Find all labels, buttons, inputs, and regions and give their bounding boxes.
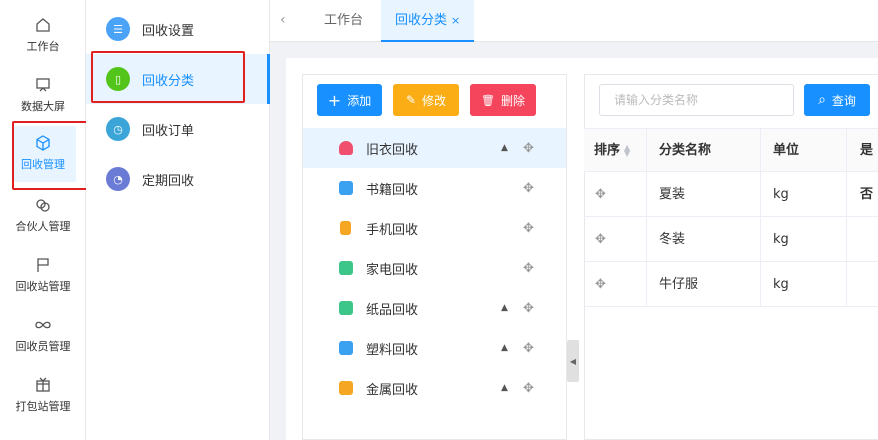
tab-recycle-category[interactable]: 回收分类 × <box>381 0 475 42</box>
rail-item-packing-mgmt[interactable]: 打包站管理 <box>0 376 86 414</box>
move-up-icon[interactable]: ▲ <box>501 383 508 393</box>
drag-icon[interactable]: ✥ <box>523 341 534 356</box>
move-up-icon[interactable]: ▲ <box>501 303 508 313</box>
screen-icon <box>36 78 50 92</box>
drag-icon[interactable]: ✥ <box>595 172 606 217</box>
column-header-sort[interactable]: 排序 ▲ ▼ <box>594 129 630 173</box>
submenu-item-recycle-settings[interactable]: ☰ 回收设置 <box>86 4 270 54</box>
table-row[interactable]: ✥ 牛仔服 kg <box>584 262 878 307</box>
table-row[interactable]: ✥ 夏装 kg <box>584 172 878 217</box>
table-header: 排序 ▲ ▼ 分类名称 单位 是否 <box>584 128 878 202</box>
tree-item[interactable]: 金属回收 ▲ ✥ <box>303 368 566 408</box>
link-icon <box>36 199 50 212</box>
drag-icon[interactable]: ✥ <box>523 181 534 196</box>
paper-icon <box>339 301 353 315</box>
tree-item[interactable]: 家电回收 ✥ <box>303 248 566 288</box>
plus-icon: + <box>327 90 342 110</box>
infinity-icon <box>35 321 51 329</box>
tab-bar: ‹ 工作台 回收分类 × <box>270 0 878 42</box>
tree-item[interactable]: 书籍回收 ✥ <box>303 168 566 208</box>
main-nav-rail: 工作台 数据大屏 回收管理 合伙人管理 回收站管理 回收员管理 打包站管理 <box>0 0 86 440</box>
tree-item[interactable]: 纸品回收 ▲ ✥ <box>303 288 566 328</box>
collapse-panel-handle[interactable]: ◀ <box>567 340 579 382</box>
rail-item-partner-mgmt[interactable]: 合伙人管理 <box>0 196 86 234</box>
column-divider <box>760 128 761 307</box>
cell-name: 牛仔服 <box>659 277 699 292</box>
edit-icon: ✎ <box>405 93 417 107</box>
bookmark-icon: ▯ <box>106 67 130 91</box>
flag-icon <box>37 258 49 272</box>
close-icon[interactable]: × <box>451 14 460 27</box>
drag-icon[interactable]: ✥ <box>523 141 534 156</box>
tree-item[interactable]: 塑料回收 ▲ ✥ <box>303 328 566 368</box>
appliance-icon <box>339 261 353 275</box>
move-up-icon[interactable]: ▲ <box>501 143 508 153</box>
cell-unit: kg <box>773 187 789 202</box>
drag-icon[interactable]: ✥ <box>523 221 534 236</box>
add-button[interactable]: + 添加 <box>317 84 382 116</box>
cube-icon <box>36 135 50 151</box>
phone-icon <box>340 221 351 235</box>
timer-icon: ◔ <box>106 167 130 191</box>
cell-unit: kg <box>773 277 789 292</box>
rail-item-station-mgmt[interactable]: 回收站管理 <box>0 256 86 294</box>
submenu-item-recycle-orders[interactable]: ◷ 回收订单 <box>86 104 270 154</box>
move-up-icon[interactable]: ▲ <box>501 343 508 353</box>
rail-item-data-screen[interactable]: 数据大屏 <box>0 76 86 114</box>
column-header-name: 分类名称 <box>659 143 712 158</box>
query-button[interactable]: ⌕ 查询 <box>804 84 870 116</box>
list-icon: ☰ <box>106 17 130 41</box>
submenu-item-recycle-category[interactable]: ▯ 回收分类 <box>86 54 270 104</box>
table-row[interactable]: ✥ 冬装 kg <box>584 217 878 262</box>
drag-icon[interactable]: ✥ <box>523 301 534 316</box>
drag-icon[interactable]: ✥ <box>595 262 606 307</box>
rail-item-recycle-mgmt[interactable]: 回收管理 <box>0 126 86 182</box>
tab-workbench[interactable]: 工作台 <box>310 0 377 42</box>
caret-left-icon: ◀ <box>569 356 577 366</box>
column-divider <box>846 128 847 307</box>
rail-item-workbench[interactable]: 工作台 <box>0 16 86 54</box>
tree-item[interactable]: 手机回收 ✥ <box>303 208 566 248</box>
search-icon: ⌕ <box>818 92 826 108</box>
cell-unit: kg <box>773 232 789 247</box>
home-icon <box>36 18 50 32</box>
category-name-search-input[interactable]: 请输入分类名称 <box>599 84 794 116</box>
submenu-item-periodic-recycle[interactable]: ◔ 定期回收 <box>86 154 270 204</box>
drag-icon[interactable]: ✥ <box>595 217 606 262</box>
sort-caret-icon[interactable]: ▲ ▼ <box>624 143 630 157</box>
clothes-icon <box>339 141 353 155</box>
plastic-bottle-icon <box>339 341 353 355</box>
metal-icon <box>339 381 353 395</box>
rail-item-collector-mgmt[interactable]: 回收员管理 <box>0 316 86 354</box>
chevron-left-icon[interactable]: ‹ <box>280 12 296 28</box>
cell-name: 冬装 <box>659 232 686 247</box>
drag-icon[interactable]: ✥ <box>523 381 534 396</box>
edit-button[interactable]: ✎ 修改 <box>393 84 459 116</box>
delete-button[interactable]: 🗑 删除 <box>470 84 536 116</box>
clock-icon: ◷ <box>106 117 130 141</box>
tree-item[interactable]: 旧衣回收 ▲ ✥ <box>303 128 566 168</box>
trash-icon: 🗑 <box>481 93 495 107</box>
drag-icon[interactable]: ✥ <box>523 261 534 276</box>
package-icon <box>36 377 50 392</box>
column-divider <box>646 128 647 307</box>
book-icon <box>339 181 353 195</box>
cell-name: 夏装 <box>659 187 686 202</box>
sub-nav-menu: ☰ 回收设置 ▯ 回收分类 ◷ 回收订单 ◔ 定期回收 <box>86 0 270 440</box>
column-header-unit: 单位 <box>773 143 800 158</box>
column-header-enabled: 是否 <box>860 143 874 202</box>
